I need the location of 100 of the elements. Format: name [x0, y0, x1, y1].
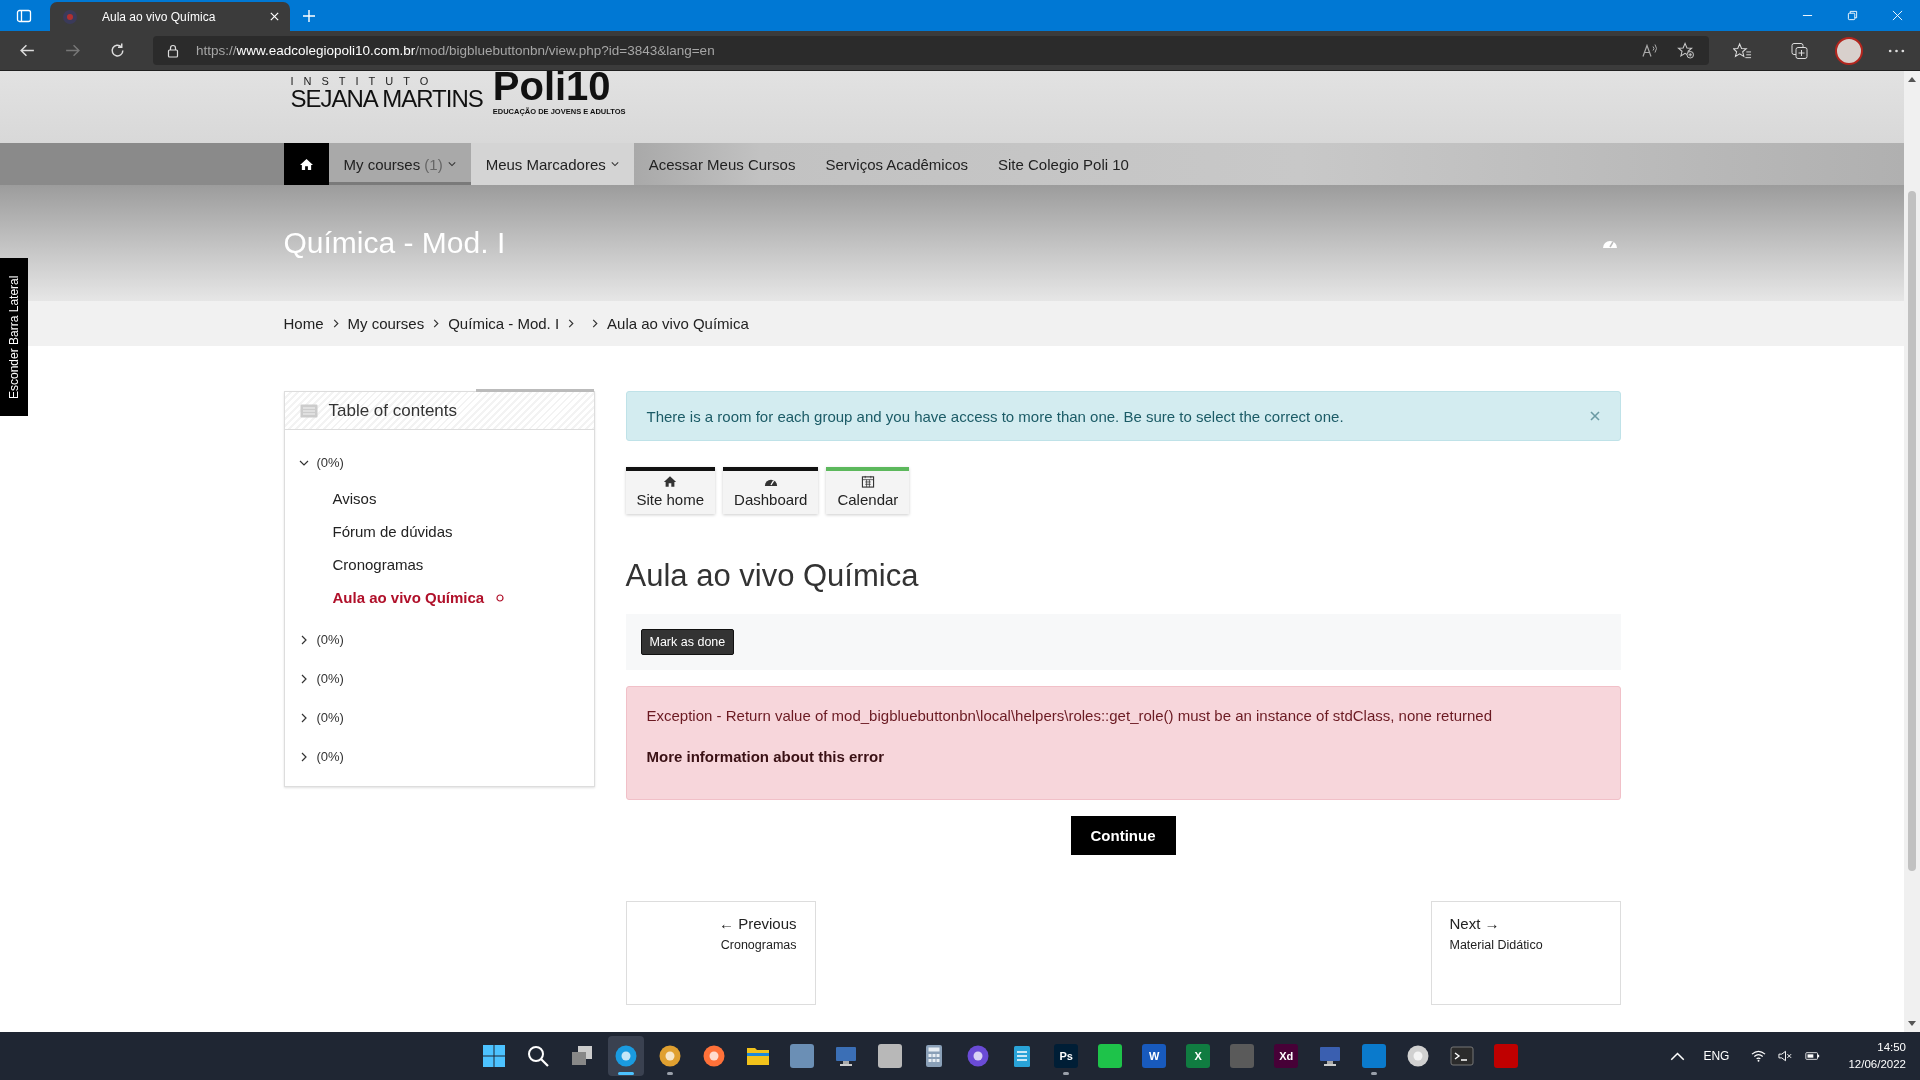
app-icon[interactable]	[966, 1044, 991, 1068]
logo-name: SEJANA MARTINS	[290, 85, 483, 113]
app-icon[interactable]: Ps	[1054, 1044, 1079, 1068]
clock[interactable]: 14:50 12/06/2022	[1848, 1039, 1906, 1073]
institute-logo[interactable]: INSTITUTO SEJANA MARTINS	[290, 75, 483, 113]
wifi-icon[interactable]	[1751, 1050, 1767, 1062]
activity-link[interactable]: Cronogramas	[332, 556, 424, 573]
read-aloud-icon[interactable]	[1641, 42, 1659, 59]
section-toggle[interactable]: (0%)	[298, 698, 594, 737]
app-icon[interactable]	[702, 1044, 727, 1068]
panel-title: Table of contents	[328, 400, 458, 421]
next-link[interactable]: Next →	[1449, 915, 1602, 932]
activity-link[interactable]: Aula ao vivo Química	[332, 589, 485, 606]
brand-name: Poli10	[492, 71, 612, 105]
caret-icon	[610, 161, 619, 167]
nav-menu-item[interactable]: Meus Marcadores	[470, 143, 634, 185]
running-indicator	[1063, 1072, 1070, 1075]
caret-icon	[447, 161, 456, 167]
section-toggle[interactable]: (0%)	[298, 659, 594, 698]
hide-sidebar-tab[interactable]: Esconder Barra Lateral	[0, 258, 28, 416]
breadcrumb-link[interactable]: Química - Mod. I	[448, 315, 560, 332]
refresh-icon[interactable]	[109, 42, 126, 59]
chevron-right-icon	[433, 319, 440, 328]
continue-button[interactable]: Continue	[1070, 816, 1176, 855]
forward-icon[interactable]	[64, 42, 81, 59]
previous-activity-card[interactable]: ← Previous Cronogramas	[625, 901, 816, 1005]
terminal-icon[interactable]	[1450, 1044, 1475, 1068]
home-button[interactable]	[283, 143, 329, 185]
running-indicator	[618, 1072, 635, 1075]
close-window-icon[interactable]	[1892, 10, 1903, 21]
monitor-icon[interactable]	[1318, 1044, 1343, 1068]
next-activity-name: Material Didático	[1449, 938, 1544, 952]
chevron-up-icon[interactable]	[1670, 1050, 1686, 1062]
app-icon[interactable]	[658, 1044, 683, 1068]
browser-tab[interactable]: Aula ao vivo Química	[50, 2, 290, 31]
tab-title: Aula ao vivo Química	[102, 9, 217, 24]
nav-menu-item[interactable]: Site Colegio Poli 10	[983, 143, 1144, 185]
calendar-icon	[860, 475, 875, 488]
mark-as-done-button[interactable]: Mark as done	[640, 629, 735, 655]
scrollbar[interactable]	[1904, 71, 1920, 1032]
running-indicator	[1371, 1072, 1378, 1075]
running-indicator	[667, 1072, 674, 1075]
scrollbar-thumb[interactable]	[1908, 191, 1916, 871]
section-toggle[interactable]: (0%)	[298, 737, 594, 776]
clock-date: 12/06/2022	[1848, 1057, 1906, 1072]
new-tab-icon[interactable]	[302, 9, 316, 23]
home-icon	[298, 157, 314, 171]
chevron-right-icon	[592, 319, 599, 328]
url-text: https://www.eadcolegiopoli10.com.br/mod/bigbluebuttonbn/view.php?id=3843&lang=en	[196, 43, 715, 58]
app-icon[interactable]	[1098, 1044, 1123, 1068]
activity-link[interactable]: Fórum de dúvidas	[332, 523, 453, 540]
app-icon[interactable]	[614, 1044, 639, 1068]
breadcrumb-link[interactable]: Home	[283, 315, 324, 332]
profile-avatar[interactable]	[1835, 36, 1863, 65]
back-icon[interactable]	[19, 42, 36, 59]
task-view-icon[interactable]	[570, 1044, 595, 1068]
home-icon	[663, 475, 678, 488]
error-info-link[interactable]: More information about this error	[646, 748, 884, 765]
app-icon[interactable]	[878, 1044, 903, 1068]
close-tab-icon[interactable]	[269, 11, 280, 22]
scroll-up-icon[interactable]	[1908, 76, 1916, 82]
app-icon[interactable]: X	[1186, 1044, 1211, 1068]
clock-time: 14:50	[1877, 1040, 1906, 1055]
nav-menu-item[interactable]: Serviços Acadêmicos	[810, 143, 983, 185]
app-icon[interactable]	[1406, 1044, 1431, 1068]
section-toggle[interactable]: (0%)	[298, 443, 594, 482]
search-icon[interactable]	[526, 1044, 551, 1068]
nav-menu-item[interactable]: Acessar Meus Cursos	[633, 143, 811, 185]
chevron-right-icon	[568, 319, 575, 328]
next-activity-card[interactable]: Next → Material Didático	[1430, 901, 1621, 1005]
collections-icon[interactable]	[1790, 41, 1809, 60]
activity-link[interactable]: Avisos	[332, 490, 377, 507]
list-icon	[299, 403, 318, 418]
app-icon[interactable]: W	[1142, 1044, 1167, 1068]
battery-icon[interactable]	[1805, 1050, 1821, 1062]
chevron-right-icon	[332, 319, 339, 328]
site-favicon-icon	[62, 8, 78, 25]
input-language[interactable]: ENG	[1703, 1049, 1730, 1063]
lock-icon[interactable]	[167, 43, 179, 58]
quick-link-button[interactable]: Calendar	[826, 467, 910, 514]
section-toggle[interactable]: (0%)	[298, 620, 594, 659]
scroll-down-icon[interactable]	[1908, 1021, 1916, 1027]
address-bar[interactable]: https://www.eadcolegiopoli10.com.br/mod/bigbluebuttonbn/view.php?id=3843&lang=en	[153, 36, 1709, 65]
quick-link-button[interactable]: Site home	[625, 467, 716, 514]
course-title: Química - Mod. I	[283, 226, 507, 260]
nav-menu-item[interactable]: My courses (1)	[328, 143, 471, 185]
breadcrumb-link[interactable]: My courses	[347, 315, 425, 332]
favorites-icon[interactable]	[1733, 41, 1752, 60]
add-favorite-icon[interactable]	[1677, 42, 1695, 59]
tab-actions-icon[interactable]	[16, 8, 32, 24]
speaker-muted-icon[interactable]	[1778, 1050, 1794, 1062]
restore-icon[interactable]	[1847, 10, 1858, 21]
quick-link-button[interactable]: Dashboard	[723, 467, 819, 514]
breadcrumb-current: Aula ao vivo Química	[607, 315, 749, 332]
error-message: Exception - Return value of mod_bigbluebuttonbn\local\helpers\roles::get_role() must be an instance of stdClass, none returned	[646, 707, 1493, 724]
previous-link[interactable]: ← Previous	[718, 915, 797, 932]
monitor-icon[interactable]	[834, 1044, 859, 1068]
app-icon[interactable]: Xd	[1274, 1044, 1299, 1068]
start-icon[interactable]	[482, 1044, 507, 1068]
alert-message: There is a room for each group and you have access to more than one. Be sure to select the correct one.	[646, 407, 1344, 425]
